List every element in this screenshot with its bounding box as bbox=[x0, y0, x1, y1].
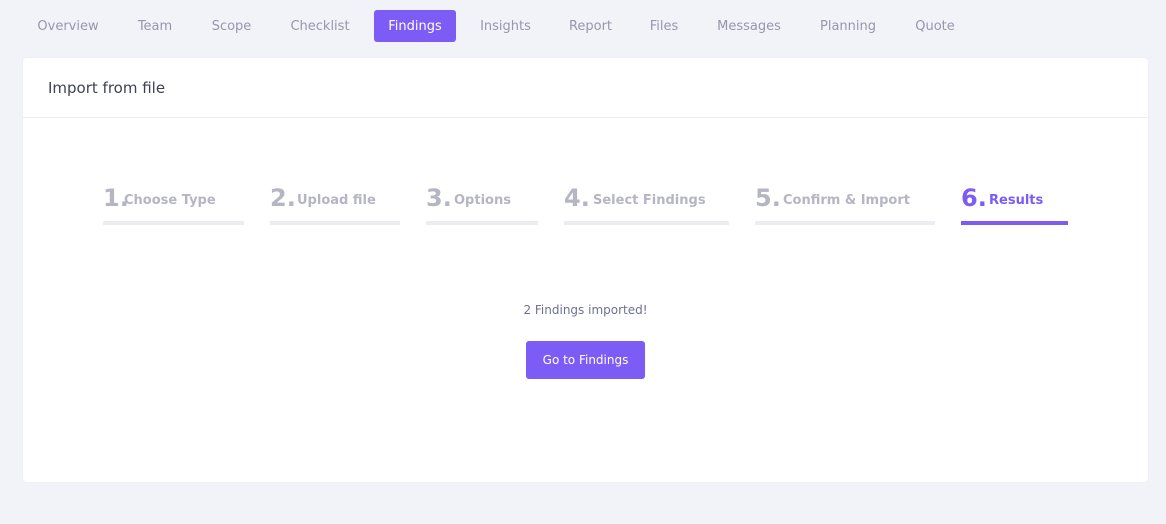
tab-overview[interactable]: Overview bbox=[26, 10, 110, 42]
wizard-step-options[interactable]: 3. Options bbox=[426, 183, 538, 225]
project-tabs: Overview Team Scope Checklist Findings I… bbox=[0, 0, 1166, 48]
tab-checklist[interactable]: Checklist bbox=[278, 10, 362, 42]
import-card: Import from file 1. Choose Type 2. Uploa… bbox=[23, 58, 1148, 482]
tab-report[interactable]: Report bbox=[557, 10, 624, 42]
step-number: 5. bbox=[755, 184, 781, 212]
step-label: Confirm & Import bbox=[783, 193, 910, 208]
wizard-step-select-findings[interactable]: 4. Select Findings bbox=[564, 183, 729, 225]
import-result-message: 2 Findings imported! bbox=[523, 303, 648, 317]
tab-quote[interactable]: Quote bbox=[903, 10, 967, 42]
step-label: Options bbox=[454, 193, 511, 208]
step-label: Choose Type bbox=[124, 193, 216, 208]
wizard-step-confirm-import[interactable]: 5. Confirm & Import bbox=[755, 183, 935, 225]
step-label: Results bbox=[989, 193, 1044, 208]
step-number: 2. bbox=[270, 184, 296, 212]
step-label: Upload file bbox=[297, 193, 376, 208]
wizard-step-choose-type[interactable]: 1. Choose Type bbox=[103, 183, 244, 225]
step-label: Select Findings bbox=[593, 193, 706, 208]
tab-team[interactable]: Team bbox=[124, 10, 186, 42]
tab-insights[interactable]: Insights bbox=[468, 10, 543, 42]
wizard-step-upload-file[interactable]: 2. Upload file bbox=[270, 183, 400, 225]
card-title: Import from file bbox=[48, 78, 166, 97]
tab-scope[interactable]: Scope bbox=[199, 10, 264, 42]
step-number: 4. bbox=[564, 184, 590, 212]
tab-planning[interactable]: Planning bbox=[807, 10, 889, 42]
step-number: 6. bbox=[961, 184, 987, 212]
step-number: 3. bbox=[426, 184, 452, 212]
tab-files[interactable]: Files bbox=[638, 10, 690, 42]
tab-findings[interactable]: Findings bbox=[374, 10, 456, 42]
tab-messages[interactable]: Messages bbox=[704, 10, 794, 42]
wizard-step-results[interactable]: 6. Results bbox=[961, 183, 1068, 225]
go-to-findings-button[interactable]: Go to Findings bbox=[526, 341, 645, 379]
card-header: Import from file bbox=[23, 58, 1148, 118]
